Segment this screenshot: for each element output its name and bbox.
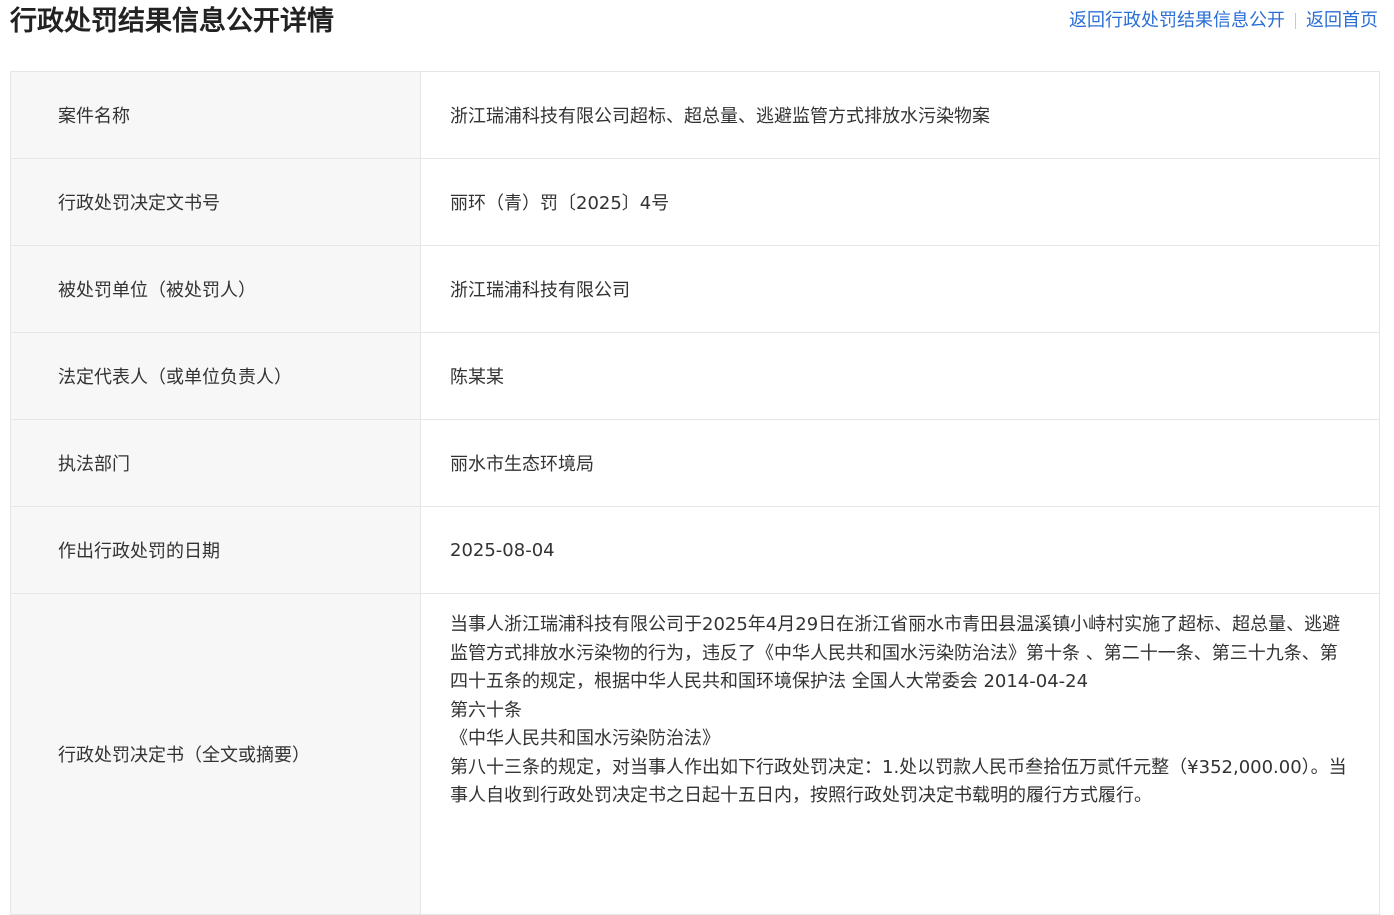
table-row-enforcement-department: 执法部门 丽水市生态环境局 [11,420,1379,507]
decision-paragraph: 第六十条 [450,699,522,721]
table-row-penalty-date: 作出行政处罚的日期 2025-08-04 [11,507,1379,594]
row-label: 案件名称 [11,72,421,158]
link-divider [1295,13,1296,29]
table-row-legal-representative: 法定代表人（或单位负责人） 陈某某 [11,333,1379,420]
page-header: 行政处罚结果信息公开详情 返回行政处罚结果信息公开 返回首页 [0,0,1394,48]
row-value: 丽环（青）罚〔2025〕4号 [450,193,670,214]
row-value: 陈某某 [450,367,504,388]
row-label: 法定代表人（或单位负责人） [11,333,421,419]
row-label: 被处罚单位（被处罚人） [11,246,421,332]
row-value: 2025-08-04 [450,539,555,561]
row-label: 行政处罚决定文书号 [11,159,421,245]
table-row-decision: 行政处罚决定书（全文或摘要） 当事人浙江瑞浦科技有限公司于2025年4月29日在… [11,594,1379,915]
decision-paragraph: 第八十三条的规定，对当事人作出如下行政处罚决定：1.处以罚款人民币叁拾伍万贰仟元… [450,756,1347,807]
row-label: 执法部门 [11,420,421,506]
decision-text: 当事人浙江瑞浦科技有限公司于2025年4月29日在浙江省丽水市青田县温溪镇小峙村… [421,594,1379,914]
back-to-list-link[interactable]: 返回行政处罚结果信息公开 [1069,8,1285,34]
page-title: 行政处罚结果信息公开详情 [10,6,334,37]
back-to-home-link[interactable]: 返回首页 [1306,8,1378,34]
row-value: 浙江瑞浦科技有限公司 [450,280,630,301]
row-value: 浙江瑞浦科技有限公司超标、超总量、逃避监管方式排放水污染物案 [450,106,990,127]
detail-table: 案件名称 浙江瑞浦科技有限公司超标、超总量、逃避监管方式排放水污染物案 行政处罚… [10,71,1380,915]
row-label: 作出行政处罚的日期 [11,507,421,593]
table-row-penalized-party: 被处罚单位（被处罚人） 浙江瑞浦科技有限公司 [11,246,1379,333]
table-row-case-name: 案件名称 浙江瑞浦科技有限公司超标、超总量、逃避监管方式排放水污染物案 [11,72,1379,159]
row-value: 丽水市生态环境局 [450,454,594,475]
header-links: 返回行政处罚结果信息公开 返回首页 [1069,8,1378,34]
decision-paragraph: 当事人浙江瑞浦科技有限公司于2025年4月29日在浙江省丽水市青田县温溪镇小峙村… [450,614,1341,692]
decision-paragraph: 《中华人民共和国水污染防治法》 [450,728,720,749]
table-row-document-number: 行政处罚决定文书号 丽环（青）罚〔2025〕4号 [11,159,1379,246]
row-label: 行政处罚决定书（全文或摘要） [11,594,421,914]
